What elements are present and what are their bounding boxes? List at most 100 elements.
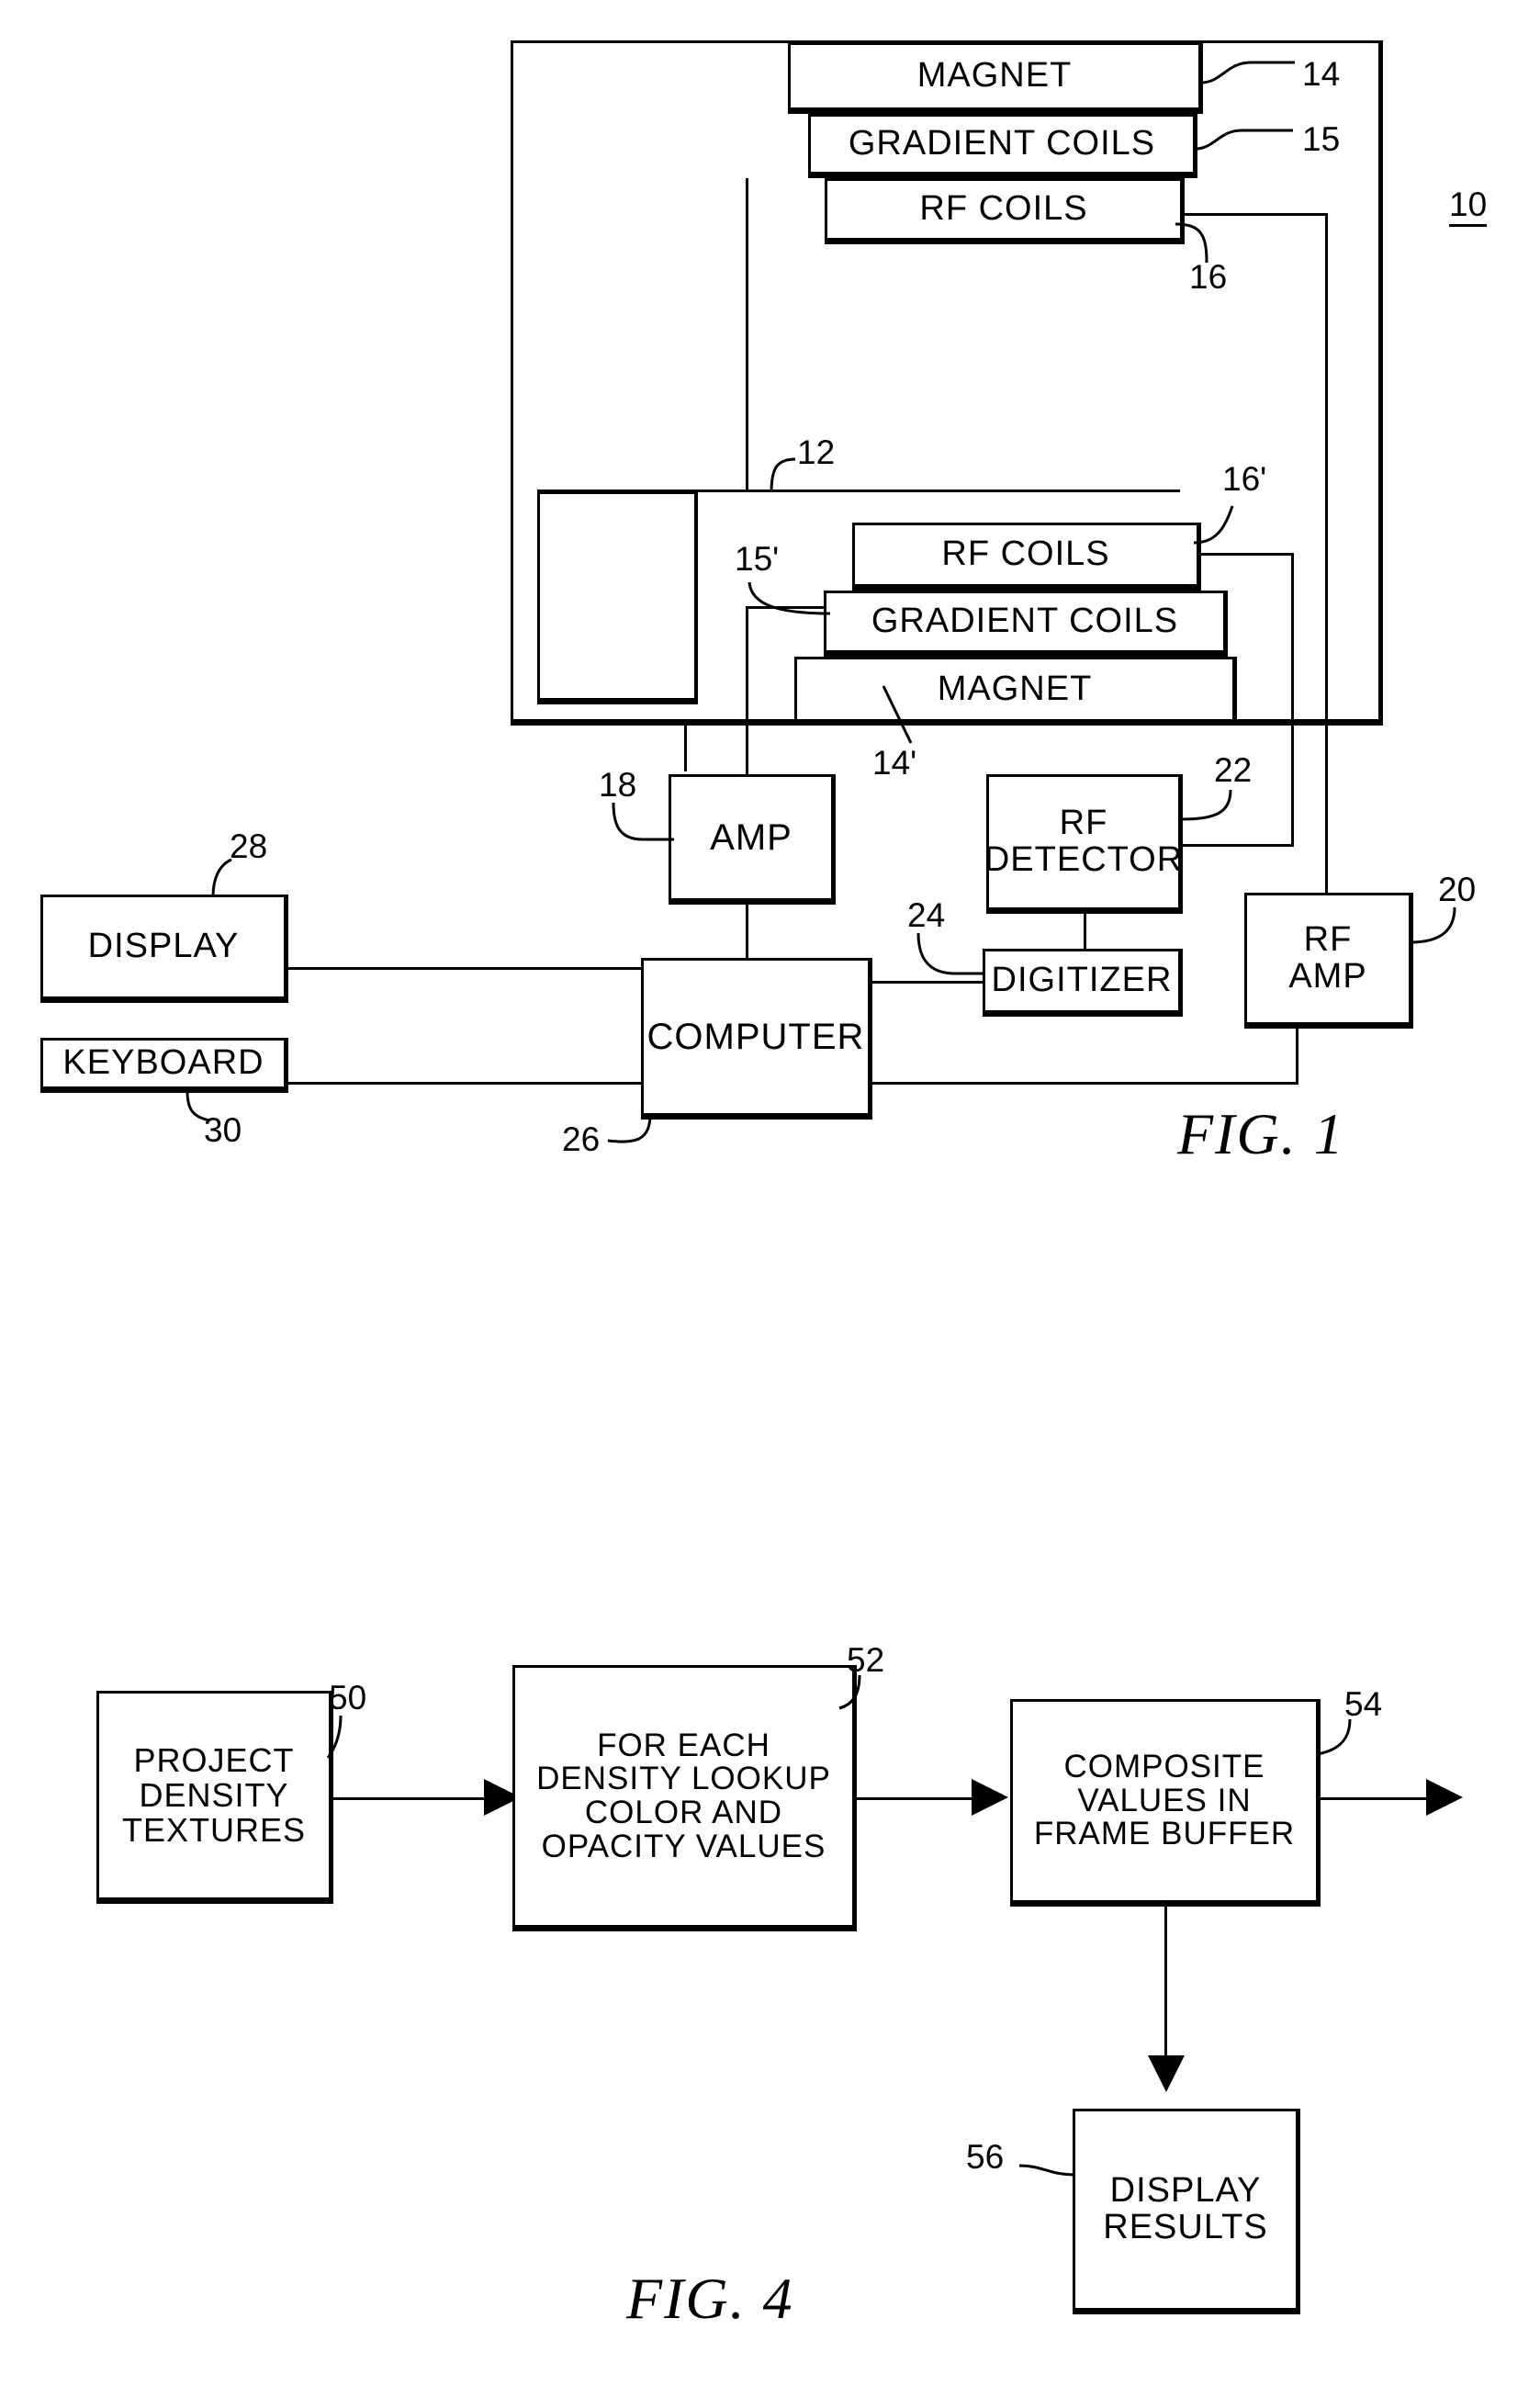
keyboard-block: KEYBOARD bbox=[40, 1038, 288, 1093]
magnet-bottom-label: MAGNET bbox=[937, 669, 1093, 708]
arrow1-shaft bbox=[333, 1797, 499, 1800]
ref-15-prime: 15' bbox=[735, 540, 780, 578]
step2-line1: FOR EACH bbox=[597, 1727, 770, 1763]
patent-drawing-sheet: MAGNET GRADIENT COILS RF COILS RF COILS … bbox=[0, 0, 1540, 2386]
gradient-coils-top-block: GRADIENT COILS bbox=[808, 114, 1197, 178]
display-results-block: DISPLAY RESULTS bbox=[1073, 2109, 1300, 2314]
leader-56 bbox=[1018, 2164, 1075, 2177]
leader-54 bbox=[1316, 1718, 1352, 1756]
display-block: DISPLAY bbox=[40, 895, 288, 1003]
arrow4-shaft bbox=[1164, 1907, 1167, 2063]
magnet-top-block: MAGNET bbox=[788, 42, 1203, 114]
leader-15 bbox=[1195, 129, 1293, 151]
ref-54: 54 bbox=[1344, 1685, 1383, 1723]
leader-24 bbox=[916, 932, 984, 975]
project-density-textures-label: PROJECT DENSITY TEXTURES bbox=[122, 1743, 306, 1847]
digitizer-block: DIGITIZER bbox=[983, 949, 1183, 1017]
figure-1-caption: FIG. 1 bbox=[1177, 1101, 1345, 1166]
ref-56: 56 bbox=[966, 2138, 1005, 2176]
step1-line3: TEXTURES bbox=[121, 1810, 307, 1849]
leader-18 bbox=[612, 802, 674, 841]
ref-18: 18 bbox=[599, 766, 637, 804]
wire-magnet-bottom-down bbox=[684, 726, 687, 771]
wire-display-to-computer bbox=[288, 967, 645, 970]
wire-rfcoils-bottom-down bbox=[1291, 553, 1294, 847]
keyboard-label: KEYBOARD bbox=[62, 1043, 264, 1083]
ref-28: 28 bbox=[230, 827, 268, 865]
arrow3-head bbox=[1426, 1779, 1463, 1816]
ref-12: 12 bbox=[797, 433, 836, 471]
amp-block: AMP bbox=[669, 774, 836, 905]
computer-block: COMPUTER bbox=[641, 958, 872, 1120]
ref-20: 20 bbox=[1438, 871, 1477, 908]
computer-label: COMPUTER bbox=[646, 1017, 865, 1057]
digitizer-label: DIGITIZER bbox=[991, 961, 1173, 1000]
figure-4-caption: FIG. 4 bbox=[626, 2266, 794, 2331]
lookup-color-opacity-block: FOR EACH DENSITY LOOKUP COLOR AND OPACITY V… bbox=[512, 1665, 857, 1931]
leader-16-prime bbox=[1193, 505, 1234, 545]
rf-detector-label: RF DETECTOR bbox=[984, 805, 1183, 879]
ref-52: 52 bbox=[847, 1641, 885, 1679]
wire-keyboard-to-computer bbox=[288, 1082, 645, 1085]
wire-rfcoils-top-right bbox=[1181, 213, 1328, 216]
leader-15-prime bbox=[748, 581, 831, 615]
patient-table-block bbox=[537, 491, 698, 704]
rf-amp-block: RF AMP bbox=[1244, 893, 1413, 1029]
ref-22: 22 bbox=[1214, 751, 1253, 789]
ref-14-prime: 14' bbox=[872, 744, 917, 782]
rf-amp-line2: AMP bbox=[1288, 957, 1367, 996]
composite-frame-buffer-block: COMPOSITE VALUES IN FRAME BUFFER bbox=[1010, 1699, 1321, 1907]
rf-coils-bottom-block: RF COILS bbox=[852, 523, 1201, 591]
ref-14: 14 bbox=[1302, 55, 1341, 93]
ref-15: 15 bbox=[1302, 120, 1341, 158]
leader-52 bbox=[838, 1674, 861, 1710]
ref-50: 50 bbox=[329, 1679, 367, 1716]
step2-line2: DENSITY LOOKUP bbox=[536, 1761, 831, 1797]
gradient-coils-bottom-label: GRADIENT COILS bbox=[871, 602, 1179, 641]
step4-line2: RESULTS bbox=[1103, 2208, 1268, 2246]
step1-line1: PROJECT bbox=[133, 1741, 295, 1780]
wire-rfamp-down bbox=[1296, 1029, 1298, 1084]
wire-rfcoils-top-down bbox=[1325, 213, 1328, 893]
step2-line3: COLOR AND bbox=[584, 1795, 783, 1830]
gradient-coils-bottom-block: GRADIENT COILS bbox=[824, 591, 1228, 657]
wire-to-rf-detector bbox=[1183, 844, 1293, 847]
leader-50 bbox=[326, 1715, 343, 1759]
step2-line4: OPACITY VALUES bbox=[541, 1828, 826, 1864]
rf-detector-block: RF DETECTOR bbox=[984, 774, 1183, 914]
leader-14-prime bbox=[882, 685, 913, 744]
step1-line2: DENSITY bbox=[139, 1776, 289, 1815]
rf-coils-top-label: RF COILS bbox=[919, 189, 1088, 229]
wire-amp-feed bbox=[746, 726, 748, 776]
rf-coils-bottom-label: RF COILS bbox=[941, 535, 1110, 574]
wire-amp-to-computer bbox=[746, 905, 748, 960]
leader-22 bbox=[1182, 789, 1232, 821]
ref-16: 16 bbox=[1189, 258, 1228, 296]
leader-20 bbox=[1410, 906, 1456, 944]
display-label: DISPLAY bbox=[87, 927, 240, 966]
wire-gradient-top-to-amp bbox=[746, 178, 748, 490]
wire-rfamp-to-computer-bus bbox=[871, 1082, 1298, 1085]
ref-10: 10 bbox=[1449, 187, 1488, 227]
ref-24: 24 bbox=[907, 896, 946, 934]
lookup-color-opacity-label: FOR EACH DENSITY LOOKUP COLOR AND OPACITY V… bbox=[536, 1727, 831, 1864]
rf-amp-line1: RF bbox=[1303, 920, 1353, 960]
arrow4-head bbox=[1148, 2055, 1185, 2092]
wire-rfcoils-bottom-right bbox=[1197, 553, 1294, 556]
step4-line1: DISPLAY bbox=[1109, 2171, 1262, 2211]
step3-line1: COMPOSITE bbox=[1063, 1748, 1265, 1784]
arrow2-head bbox=[972, 1779, 1008, 1816]
step3-line2: VALUES IN bbox=[1077, 1782, 1252, 1818]
ref-16-prime: 16' bbox=[1222, 460, 1267, 498]
rf-detector-line1: RF bbox=[1059, 804, 1108, 843]
magnet-bottom-block: MAGNET bbox=[794, 657, 1237, 726]
magnet-top-label: MAGNET bbox=[916, 56, 1073, 96]
ref-26: 26 bbox=[562, 1120, 601, 1158]
composite-frame-buffer-label: COMPOSITE VALUES IN FRAME BUFFER bbox=[1034, 1750, 1295, 1851]
rf-coils-top-block: RF COILS bbox=[825, 178, 1185, 244]
wire-rf-detector-to-digitizer bbox=[1084, 914, 1086, 951]
display-results-label: DISPLAY RESULTS bbox=[1103, 2171, 1268, 2246]
rf-detector-line2: DETECTOR bbox=[984, 840, 1184, 879]
amp-label: AMP bbox=[710, 817, 792, 858]
arrow2-shaft bbox=[857, 1797, 985, 1800]
